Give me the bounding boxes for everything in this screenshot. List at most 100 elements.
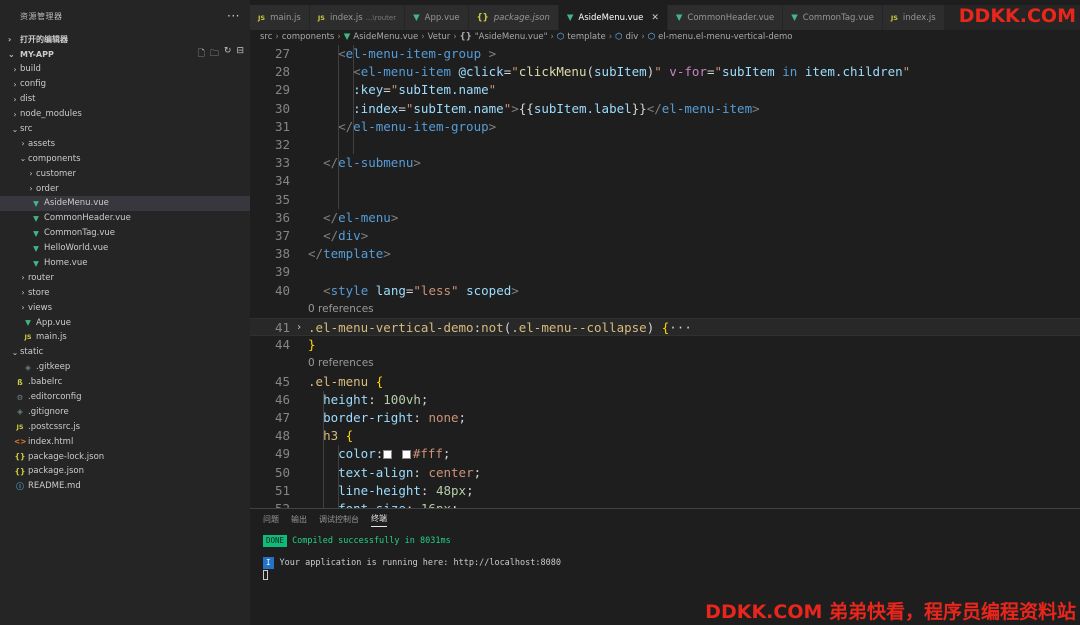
code-line: 29 :key="subItem.name": [250, 81, 1080, 99]
chevron-right-icon: ›: [275, 32, 279, 42]
tree-item-router[interactable]: › router: [0, 270, 250, 285]
tree-item-label: CommonHeader.vue: [44, 213, 131, 224]
code-text: <el-menu-item @click="clickMenu(subItem)…: [353, 64, 911, 80]
tree-item-config[interactable]: › config: [0, 77, 250, 92]
fold-chevron-icon[interactable]: ›: [296, 319, 302, 337]
panel-tab[interactable]: 问题: [263, 514, 279, 527]
tree-item-package-lock-json[interactable]: {} package-lock.json: [0, 449, 250, 464]
tree-item-readme-md[interactable]: ⓘ README.md: [0, 479, 250, 494]
tree-item-customer[interactable]: › customer: [0, 166, 250, 181]
line-number: 52: [250, 500, 290, 508]
tree-item-package-json[interactable]: {} package.json: [0, 464, 250, 479]
tab-commontag-vue[interactable]: ▼ CommonTag.vue: [783, 5, 883, 30]
breadcrumb-item[interactable]: src: [260, 32, 272, 42]
breadcrumb-item[interactable]: div: [626, 32, 639, 42]
tab-index-js[interactable]: JS index.js ...\router: [309, 5, 406, 30]
tab-asidemenu-vue[interactable]: ▼ AsideMenu.vue ✕: [558, 5, 668, 30]
tree-item-main-js[interactable]: JS main.js: [0, 330, 250, 345]
tree-item-index-html[interactable]: <> index.html: [0, 434, 250, 449]
info-badge: I: [263, 557, 274, 569]
open-editors-section[interactable]: › 打开的编辑器: [0, 32, 250, 46]
vue-file-icon: ▼: [33, 228, 39, 238]
breadcrumb-item[interactable]: el-menu.el-menu-vertical-demo: [658, 32, 792, 42]
tab-index-js[interactable]: JS index.js: [882, 5, 945, 30]
terminal-cursor: [263, 570, 268, 580]
code-text: </el-menu>: [323, 209, 399, 225]
indent-guide: [338, 445, 339, 508]
tree-item-helloworld-vue[interactable]: ▼ HelloWorld.vue: [0, 241, 250, 256]
new-file-icon[interactable]: 🗋: [198, 46, 205, 62]
tab-label: main.js: [270, 12, 301, 23]
panel-tab[interactable]: 终端: [371, 513, 387, 527]
tab-main-js[interactable]: JS main.js: [250, 5, 310, 30]
tree-item-static[interactable]: ⌄ static: [0, 345, 250, 360]
tree-item-app-vue[interactable]: ▼ App.vue: [0, 315, 250, 330]
panel-tabs: 问题 输出 调试控制台 终端: [250, 509, 1080, 531]
tree-item-commontag-vue[interactable]: ▼ CommonTag.vue: [0, 226, 250, 241]
tab-app-vue[interactable]: ▼ App.vue: [405, 5, 469, 30]
tree-item-order[interactable]: › order: [0, 181, 250, 196]
code-line: 41 › .el-menu-vertical-demo:not(.el-menu--…: [250, 318, 1080, 336]
element-icon: ⬡: [615, 32, 623, 42]
js-file-icon: JS: [890, 13, 898, 22]
watermark-bottom: DDKK.COM 弟弟快看，程序员编程资料站: [705, 601, 1076, 623]
line-number: 35: [274, 191, 290, 207]
tree-item-editorconfig[interactable]: ⚙ .editorconfig: [0, 390, 250, 405]
breadcrumb-item[interactable]: template: [567, 32, 605, 42]
tree-item-assets[interactable]: › assets: [0, 136, 250, 151]
tab-commonheader-vue[interactable]: ▼ CommonHeader.vue: [667, 5, 784, 30]
chevron-down-icon: ⌄: [11, 347, 19, 357]
code-text: line-height: 48px;: [338, 482, 474, 498]
tree-item-label: CommonTag.vue: [44, 228, 116, 239]
code-text: font-size: 16px;: [308, 500, 458, 508]
tree-item-dist[interactable]: › dist: [0, 92, 250, 107]
tree-item-home-vue[interactable]: ▼ Home.vue: [0, 256, 250, 271]
tree-item-node-modules[interactable]: › node_modules: [0, 107, 250, 122]
code-editor[interactable]: 27 <el-menu-item-group >28 <el-menu-item…: [250, 45, 1080, 508]
refresh-icon[interactable]: ↻: [224, 46, 232, 62]
tree-item-components[interactable]: ⌄ components: [0, 151, 250, 166]
tab-description: ...\router: [365, 13, 397, 22]
tree-item-store[interactable]: › store: [0, 285, 250, 300]
tree-item-views[interactable]: › views: [0, 300, 250, 315]
tree-item-postcssrc-js[interactable]: JS .postcssrc.js: [0, 419, 250, 434]
code-text: h3 {: [323, 428, 354, 444]
code-line: 33 </el-submenu>: [250, 154, 1080, 172]
more-actions-icon[interactable]: ···: [227, 9, 240, 23]
tree-item-babelrc[interactable]: ß .babelrc: [0, 375, 250, 390]
breadcrumb-item[interactable]: components: [282, 32, 335, 42]
tree-item-label: order: [36, 183, 59, 194]
breadcrumb-item[interactable]: Vetur: [428, 32, 451, 42]
code-text: .el-menu-vertical-demo:not(.el-menu--col…: [308, 320, 692, 335]
tree-item-label: .gitignore: [28, 406, 69, 417]
breadcrumb-item[interactable]: AsideMenu.vue: [353, 32, 418, 42]
tree-item-label: .babelrc: [28, 377, 63, 388]
close-icon[interactable]: ✕: [651, 13, 659, 23]
tree-item-label: build: [20, 64, 41, 75]
tree-item-commonheader-vue[interactable]: ▼ CommonHeader.vue: [0, 211, 250, 226]
indent-guide: [323, 390, 324, 508]
codelens-references[interactable]: 0 references: [308, 354, 374, 372]
panel-tab[interactable]: 输出: [291, 514, 307, 527]
tree-item-gitkeep[interactable]: ◈ .gitkeep: [0, 360, 250, 375]
tree-item-src[interactable]: ⌄ src: [0, 122, 250, 137]
panel-tab[interactable]: 调试控制台: [319, 514, 359, 527]
tree-item-gitignore[interactable]: ◈ .gitignore: [0, 404, 250, 419]
codelens-references[interactable]: 0 references: [308, 300, 374, 318]
collapse-all-icon[interactable]: ⊟: [236, 46, 244, 62]
line-number: 34: [274, 173, 290, 189]
tab-package-json[interactable]: {} package.json: [468, 5, 559, 30]
chevron-right-icon: ›: [608, 32, 613, 42]
code-text: .el-menu {: [308, 373, 384, 389]
line-number: 29: [274, 82, 290, 98]
babel-file-icon: ß: [17, 377, 23, 387]
terminal[interactable]: DONE Compiled successfully in 8031ms I Y…: [250, 535, 1080, 581]
breadcrumb-item[interactable]: "AsideMenu.vue": [475, 32, 548, 42]
code-line: 44}: [250, 336, 1080, 354]
project-section[interactable]: ⌄ MY-APP 🗋 🗀 ↻ ⊟: [0, 46, 250, 62]
line-number: 51: [274, 482, 290, 498]
json-file-icon: {}: [14, 452, 26, 462]
tree-item-build[interactable]: › build: [0, 62, 250, 77]
new-folder-icon[interactable]: 🗀: [210, 46, 219, 62]
tree-item-asidemenu-vue[interactable]: ▼ AsideMenu.vue: [0, 196, 250, 211]
